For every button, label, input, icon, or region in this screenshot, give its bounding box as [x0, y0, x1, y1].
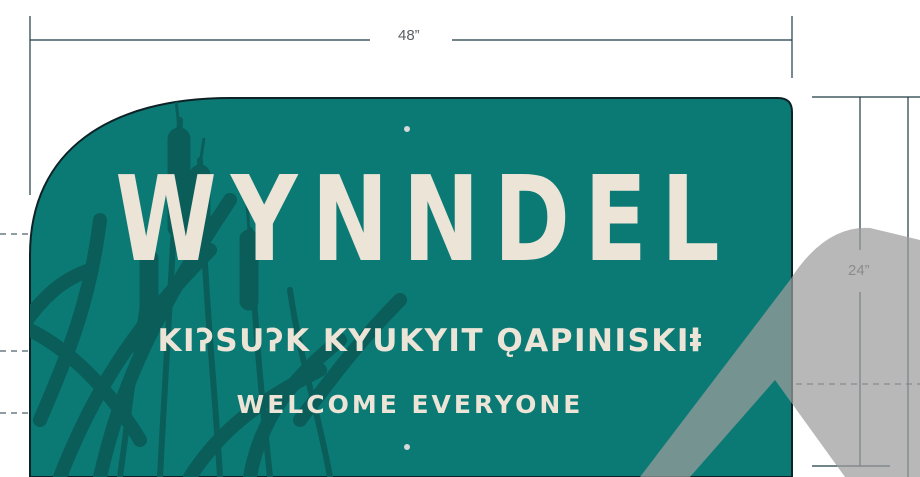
- height-dimension-label: 24”: [842, 262, 876, 279]
- sign-drawing: 48” 24” WYNNDEL KIʔSUʔK KYUKYIT ǪAPINISK…: [0, 0, 920, 477]
- mounting-hole-top: [404, 126, 410, 132]
- height-dimension: [812, 96, 920, 477]
- sign-welcome: WELCOME EVERYONE: [236, 390, 584, 419]
- mounting-hole-bottom: [404, 444, 410, 450]
- width-dimension-label: 48”: [392, 27, 426, 44]
- sign-title: WYNNDEL: [115, 150, 734, 288]
- sign-subtitle: KIʔSUʔK KYUKYIT ǪAPINISKIⱡ: [157, 323, 703, 359]
